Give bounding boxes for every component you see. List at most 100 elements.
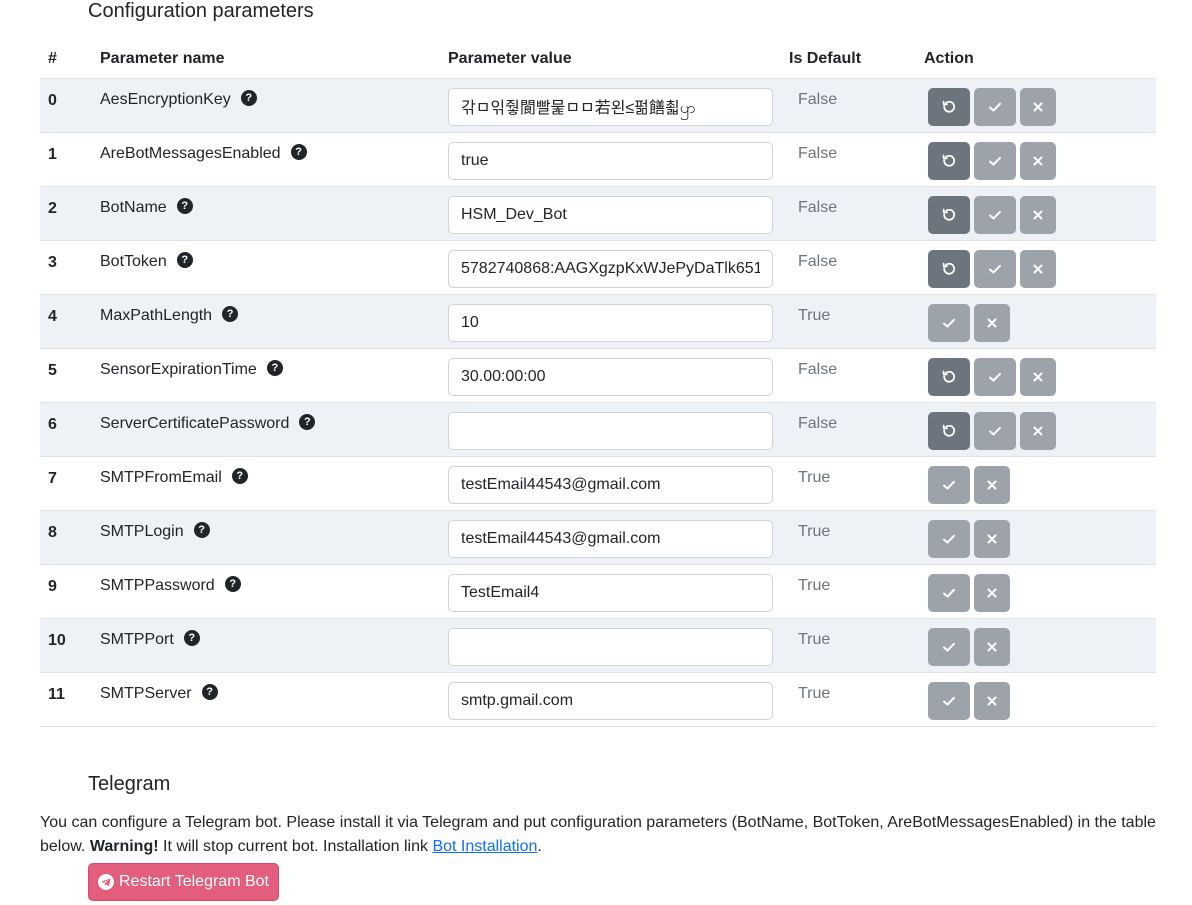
- save-button[interactable]: [928, 304, 970, 342]
- question-circle-icon[interactable]: ?: [193, 522, 210, 538]
- row-index: 10: [40, 618, 92, 673]
- parameter-name-cell: SensorExpirationTime?: [92, 348, 440, 403]
- row-index: 7: [40, 456, 92, 511]
- parameter-value-input[interactable]: [448, 520, 773, 558]
- cancel-button[interactable]: [1020, 142, 1056, 180]
- parameter-value-input[interactable]: [448, 250, 773, 288]
- cancel-button[interactable]: [974, 520, 1010, 558]
- x-icon: [1031, 262, 1045, 276]
- parameter-value-input[interactable]: [448, 88, 773, 126]
- parameter-name-cell: ServerCertificatePassword?: [92, 402, 440, 457]
- save-button[interactable]: [974, 196, 1016, 234]
- save-button[interactable]: [928, 466, 970, 504]
- question-circle-icon[interactable]: ?: [299, 414, 316, 430]
- undo-icon: [941, 99, 957, 115]
- check-icon: [987, 207, 1003, 223]
- save-button[interactable]: [928, 574, 970, 612]
- check-icon: [987, 261, 1003, 277]
- reset-button[interactable]: [928, 250, 970, 288]
- save-button[interactable]: [974, 412, 1016, 450]
- save-button[interactable]: [928, 628, 970, 666]
- reset-button[interactable]: [928, 358, 970, 396]
- config-table: # Parameter name Parameter value Is Defa…: [40, 40, 1156, 727]
- save-button[interactable]: [974, 358, 1016, 396]
- question-circle-icon[interactable]: ?: [240, 90, 257, 106]
- parameter-value-input[interactable]: [448, 682, 773, 720]
- row-index: 9: [40, 564, 92, 619]
- parameter-name: SMTPPort: [100, 631, 174, 648]
- action-cell: [916, 78, 1156, 133]
- check-icon: [987, 99, 1003, 115]
- parameter-name: SMTPServer: [100, 685, 192, 702]
- is-default-value: False: [781, 186, 916, 241]
- parameter-name: BotToken: [100, 253, 167, 270]
- parameter-value-input[interactable]: [448, 358, 773, 396]
- save-button[interactable]: [974, 142, 1016, 180]
- cancel-button[interactable]: [1020, 88, 1056, 126]
- header-is-default: Is Default: [781, 40, 916, 79]
- bot-installation-link[interactable]: Bot Installation: [432, 838, 537, 855]
- check-icon: [941, 693, 957, 709]
- cancel-button[interactable]: [974, 304, 1010, 342]
- row-index: 3: [40, 240, 92, 295]
- parameter-value-cell: [440, 78, 781, 133]
- x-icon: [985, 316, 999, 330]
- action-cell: [916, 456, 1156, 511]
- parameter-value-input[interactable]: [448, 412, 773, 450]
- cancel-button[interactable]: [1020, 250, 1056, 288]
- restart-telegram-bot-button[interactable]: Restart Telegram Bot: [88, 863, 279, 901]
- reset-button[interactable]: [928, 412, 970, 450]
- reset-button[interactable]: [928, 196, 970, 234]
- undo-icon: [941, 207, 957, 223]
- parameter-value-input[interactable]: [448, 142, 773, 180]
- reset-button[interactable]: [928, 142, 970, 180]
- parameter-value-input[interactable]: [448, 304, 773, 342]
- is-default-value: False: [781, 402, 916, 457]
- header-name: Parameter name: [92, 40, 440, 79]
- table-row: 11SMTPServer?True: [40, 672, 1156, 727]
- action-cell: [916, 348, 1156, 403]
- question-circle-icon[interactable]: ?: [231, 468, 248, 484]
- row-index: 1: [40, 132, 92, 187]
- telegram-description: You can configure a Telegram bot. Please…: [40, 811, 1156, 859]
- parameter-value-input[interactable]: [448, 466, 773, 504]
- telegram-icon: [98, 874, 114, 890]
- parameter-value-input[interactable]: [448, 196, 773, 234]
- save-button[interactable]: [974, 88, 1016, 126]
- check-icon: [987, 153, 1003, 169]
- action-cell: [916, 132, 1156, 187]
- question-circle-icon[interactable]: ?: [176, 252, 193, 268]
- save-button[interactable]: [928, 520, 970, 558]
- question-circle-icon[interactable]: ?: [176, 198, 193, 214]
- cancel-button[interactable]: [1020, 412, 1056, 450]
- question-circle-icon[interactable]: ?: [201, 684, 218, 700]
- cancel-button[interactable]: [974, 628, 1010, 666]
- parameter-value-cell: [440, 348, 781, 403]
- question-circle-icon[interactable]: ?: [290, 144, 307, 160]
- cancel-button[interactable]: [974, 574, 1010, 612]
- row-index: 2: [40, 186, 92, 241]
- parameter-name-cell: SMTPPassword?: [92, 564, 440, 619]
- parameter-name-cell: BotToken?: [92, 240, 440, 295]
- x-icon: [985, 586, 999, 600]
- check-icon: [941, 531, 957, 547]
- parameter-value-input[interactable]: [448, 628, 773, 666]
- question-circle-icon[interactable]: ?: [222, 306, 239, 322]
- save-button[interactable]: [974, 250, 1016, 288]
- x-icon: [985, 532, 999, 546]
- reset-button[interactable]: [928, 88, 970, 126]
- parameter-value-input[interactable]: [448, 574, 773, 612]
- cancel-button[interactable]: [974, 682, 1010, 720]
- parameter-value-cell: [440, 456, 781, 511]
- is-default-value: False: [781, 132, 916, 187]
- telegram-text-after: .: [537, 838, 542, 855]
- parameter-name-cell: SMTPFromEmail?: [92, 456, 440, 511]
- save-button[interactable]: [928, 682, 970, 720]
- parameter-name-cell: AreBotMessagesEnabled?: [92, 132, 440, 187]
- question-circle-icon[interactable]: ?: [266, 360, 283, 376]
- question-circle-icon[interactable]: ?: [224, 576, 241, 592]
- cancel-button[interactable]: [1020, 358, 1056, 396]
- cancel-button[interactable]: [974, 466, 1010, 504]
- question-circle-icon[interactable]: ?: [183, 630, 200, 646]
- cancel-button[interactable]: [1020, 196, 1056, 234]
